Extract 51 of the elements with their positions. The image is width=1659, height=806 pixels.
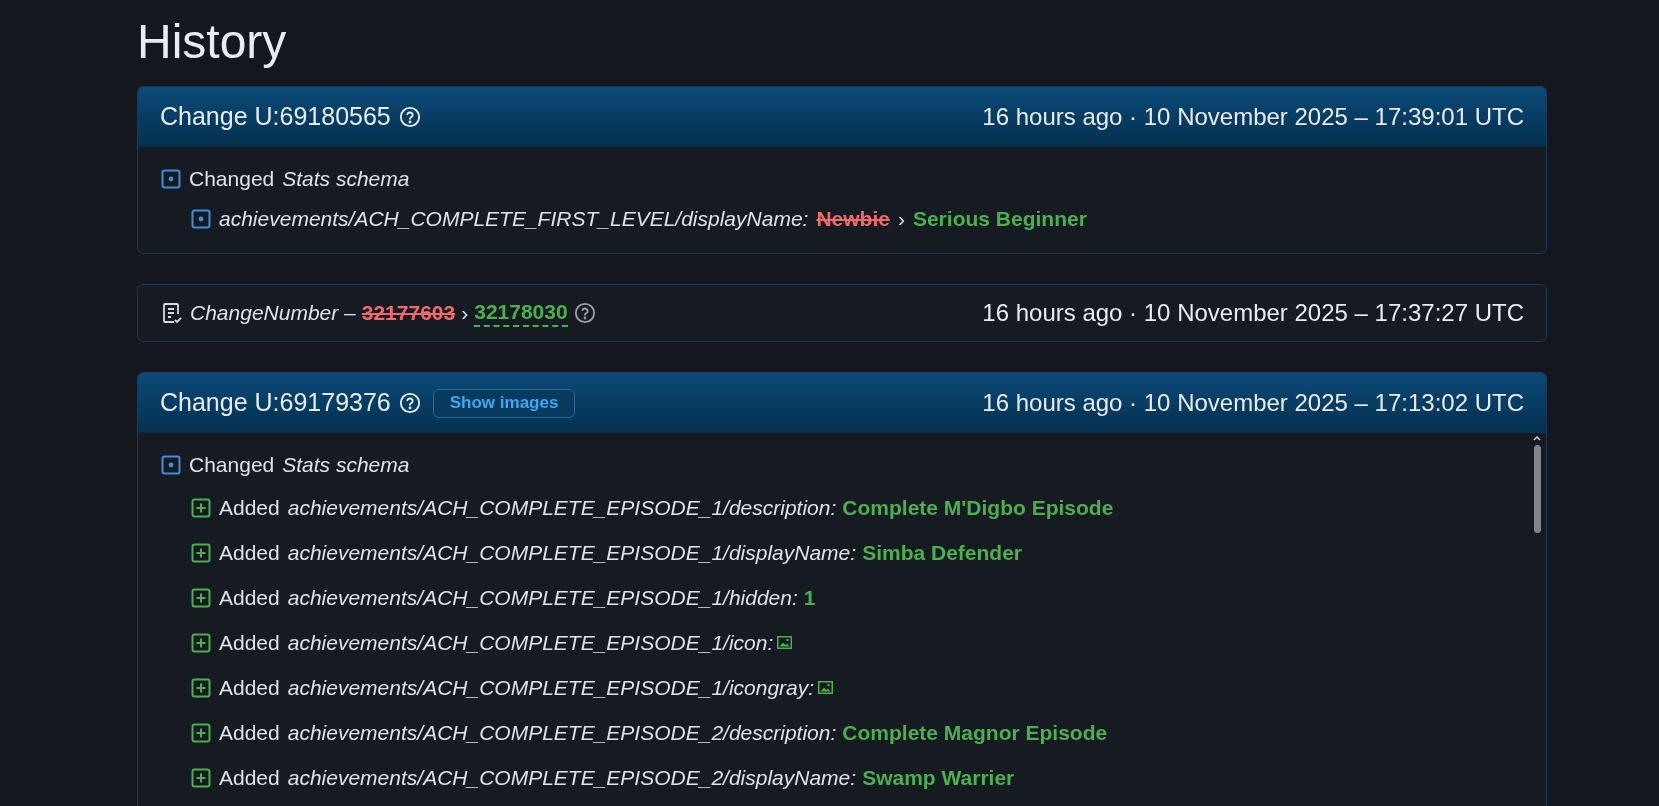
property-path: achievements/ACH_COMPLETE_EPISODE_2/description: bbox=[287, 719, 837, 746]
timestamp: 16 hours ago · 10 November 2025 – 17:37:27 UTC bbox=[982, 298, 1524, 328]
added-label: Added bbox=[219, 674, 280, 701]
new-value: Complete Magnor Episode bbox=[842, 719, 1108, 746]
added-label: Added bbox=[219, 764, 280, 791]
checklist-icon bbox=[160, 301, 184, 325]
help-icon[interactable] bbox=[573, 302, 596, 324]
plus-square-icon bbox=[191, 722, 211, 743]
timestamp: 16 hours ago · 10 November 2025 – 17:39:01 UTC bbox=[982, 102, 1524, 132]
new-value: 1 bbox=[803, 584, 816, 611]
new-value: Serious Beginner bbox=[912, 206, 1087, 233]
scrollbar-thumb[interactable] bbox=[1533, 445, 1541, 533]
property-path: achievements/ACH_COMPLETE_EPISODE_1/description: bbox=[287, 494, 837, 521]
scroll-up-icon[interactable] bbox=[1533, 435, 1541, 441]
added-label: Added bbox=[219, 629, 280, 656]
plus-square-icon bbox=[191, 497, 211, 518]
image-icon[interactable] bbox=[777, 636, 793, 649]
plus-square-icon bbox=[191, 542, 211, 563]
property-path: achievements/ACH_COMPLETE_EPISODE_1/icongray: bbox=[287, 674, 815, 701]
change-title: Change U:69180565 bbox=[160, 101, 391, 133]
show-images-button[interactable]: Show images bbox=[432, 388, 576, 418]
old-value: Newbie bbox=[816, 206, 890, 233]
changed-label: Changed bbox=[189, 166, 275, 193]
added-label: Added bbox=[219, 539, 280, 566]
page-title: History bbox=[137, 14, 288, 70]
property-path: achievements/ACH_COMPLETE_FIRST_LEVEL/displayName: bbox=[219, 206, 809, 233]
plus-square-icon bbox=[191, 632, 211, 653]
new-value: Complete M'Digbo Episode bbox=[842, 494, 1114, 521]
property-path: achievements/ACH_COMPLETE_EPISODE_2/displayName: bbox=[287, 764, 857, 791]
changed-label: Changed bbox=[189, 452, 275, 479]
arrow-separator: › bbox=[897, 206, 905, 233]
added-label: Added bbox=[219, 719, 280, 746]
added-label: Added bbox=[219, 494, 280, 521]
schema-name: Stats schema bbox=[282, 166, 410, 193]
change-title: Change U:69179376 bbox=[160, 387, 391, 419]
old-value: 32177603 bbox=[361, 300, 456, 327]
image-icon[interactable] bbox=[818, 681, 834, 694]
plus-square-icon bbox=[191, 677, 211, 698]
new-value: Swamp Warrier bbox=[862, 764, 1015, 791]
property-path: achievements/ACH_COMPLETE_EPISODE_1/displayName: bbox=[287, 539, 857, 566]
change-number-label: ChangeNumber – bbox=[190, 300, 356, 327]
new-value: Simba Defender bbox=[862, 539, 1023, 566]
plus-square-icon bbox=[191, 767, 211, 788]
plus-square-icon bbox=[191, 587, 211, 608]
new-value[interactable]: 32178030 bbox=[474, 298, 568, 328]
property-path: achievements/ACH_COMPLETE_EPISODE_1/icon: bbox=[287, 629, 774, 656]
added-label: Added bbox=[219, 584, 280, 611]
schema-name: Stats schema bbox=[282, 452, 410, 479]
property-path: achievements/ACH_COMPLETE_EPISODE_1/hidden: bbox=[287, 584, 798, 611]
timestamp: 16 hours ago · 10 November 2025 – 17:13:02 UTC bbox=[982, 388, 1524, 418]
arrow-separator: › bbox=[461, 300, 469, 327]
